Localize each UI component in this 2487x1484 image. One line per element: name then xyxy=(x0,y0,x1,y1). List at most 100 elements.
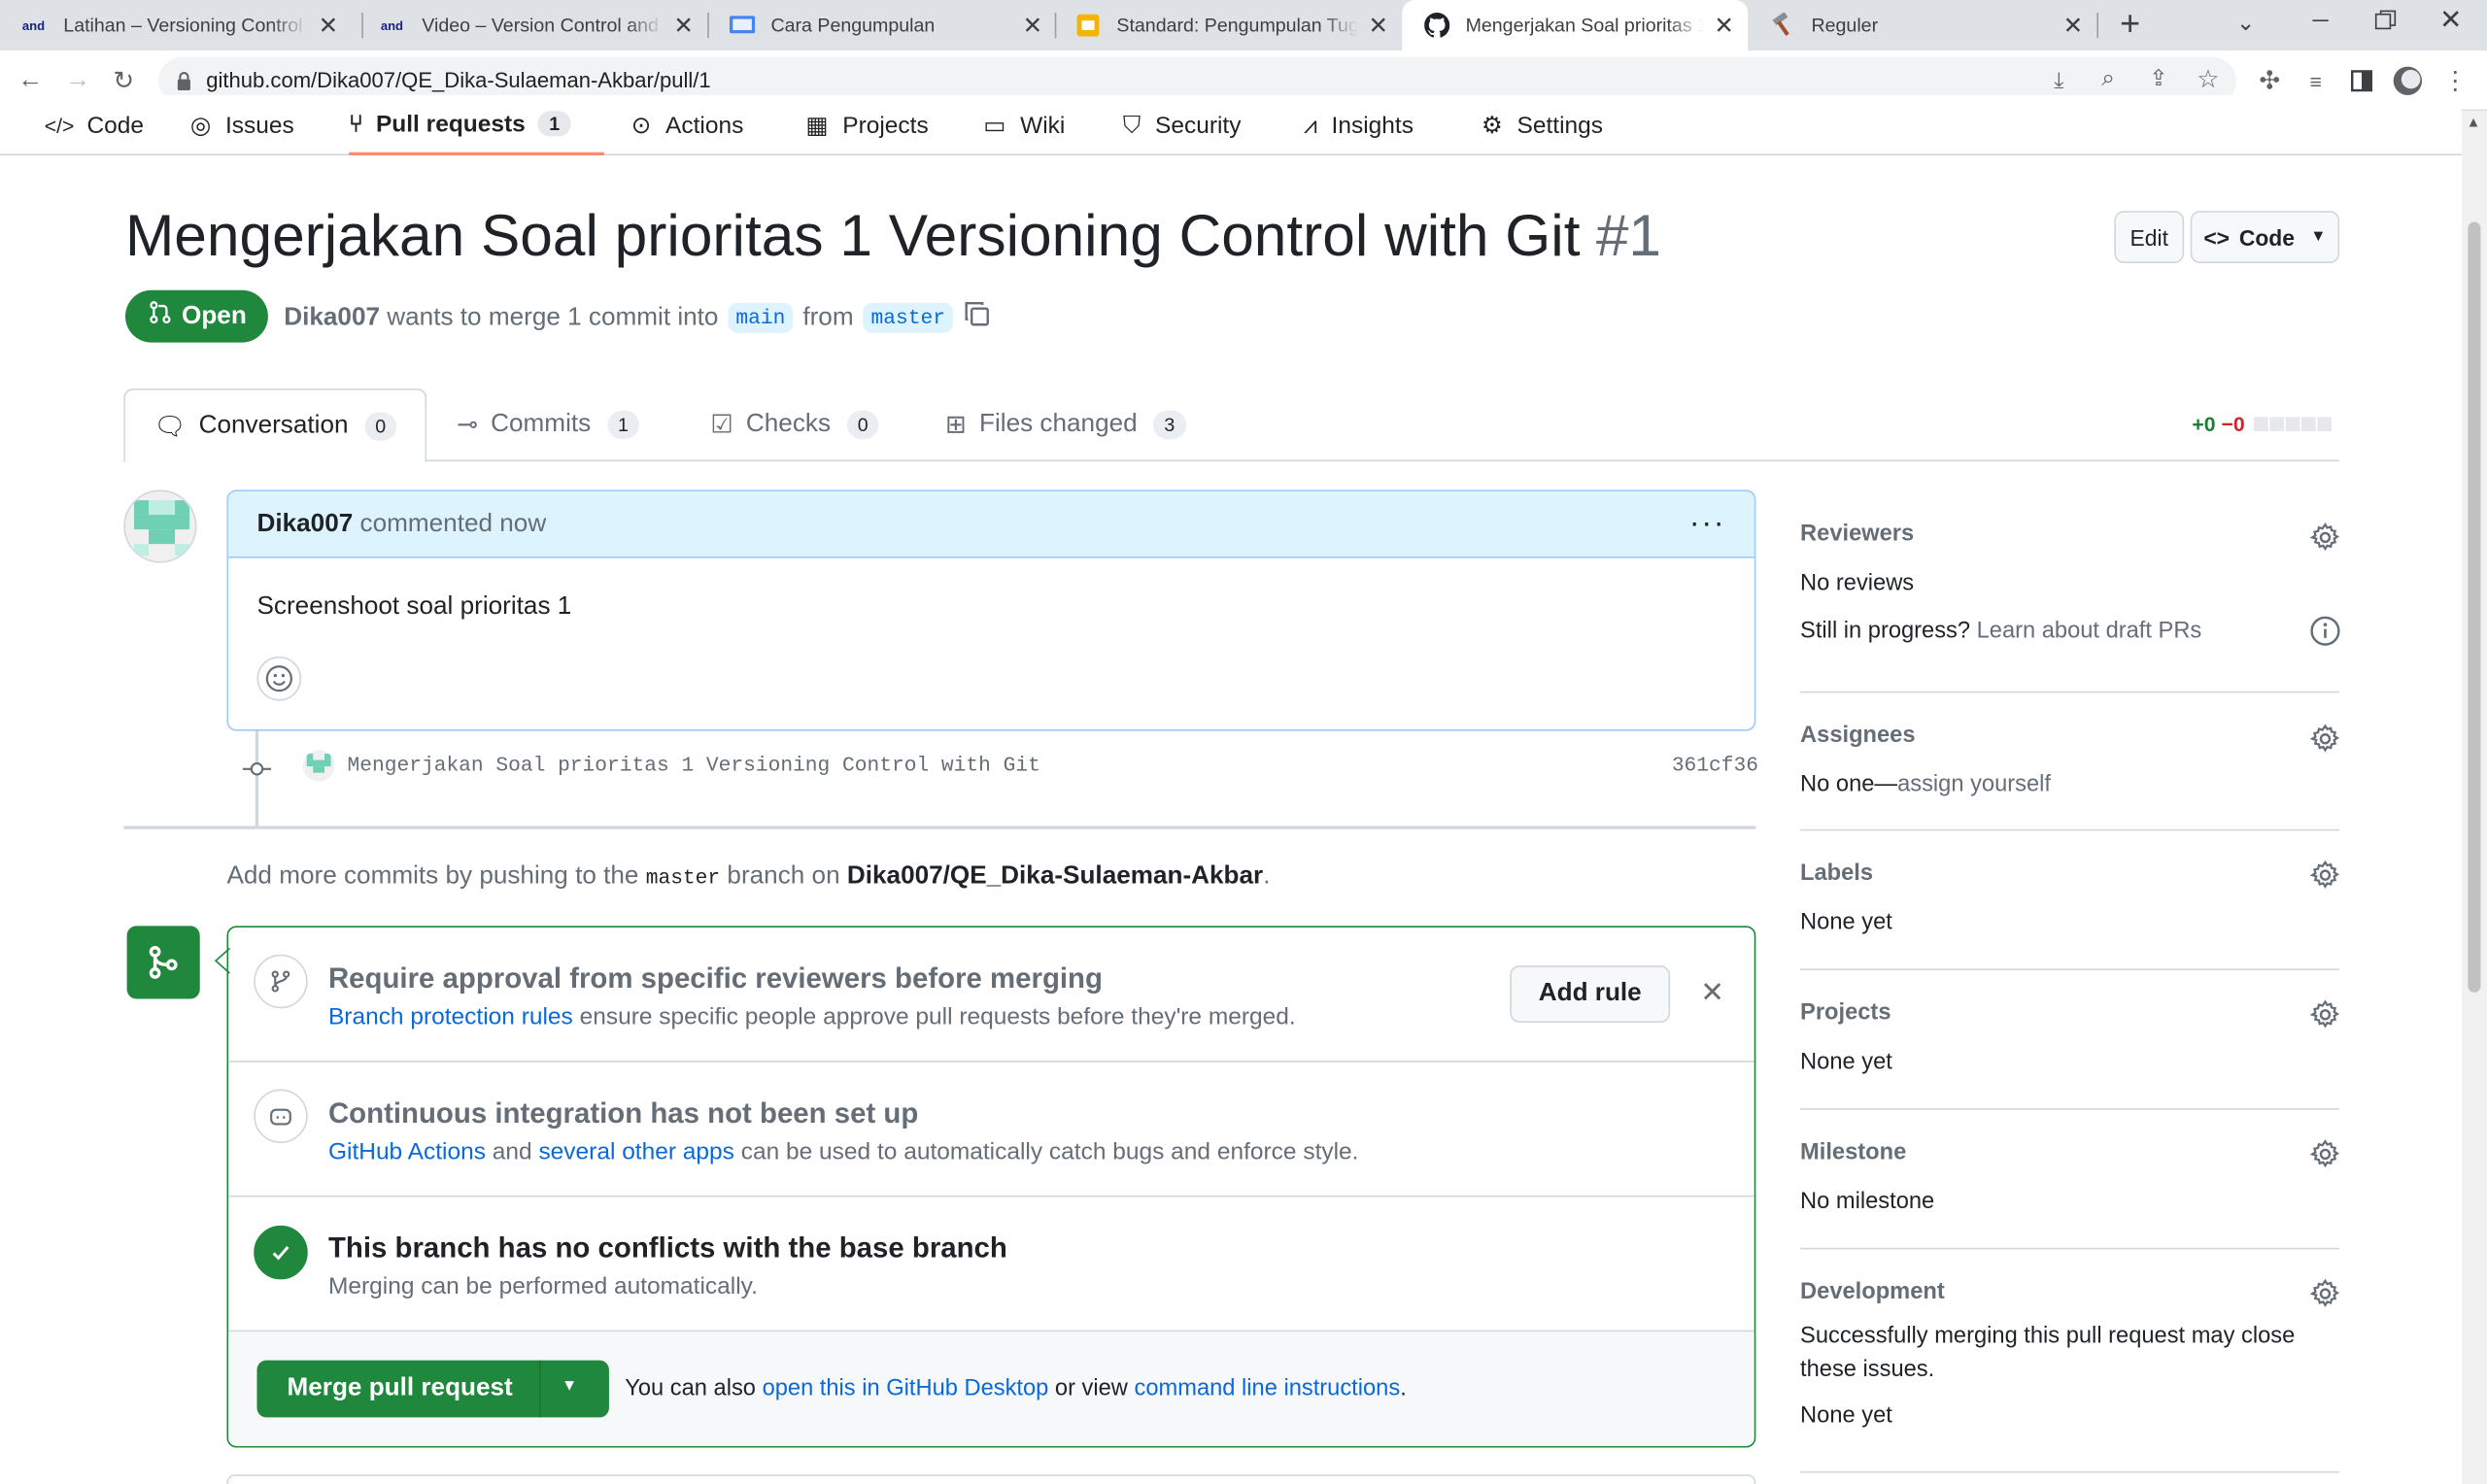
command-line-link[interactable]: command line instructions xyxy=(1134,1376,1400,1401)
tab-files-changed[interactable]: ⊞ Files changed 3 xyxy=(945,388,1186,461)
hammer-icon xyxy=(1770,13,1795,38)
close-icon[interactable]: ✕ xyxy=(318,11,340,40)
repo-nav-projects[interactable]: ▦ Projects xyxy=(805,95,928,155)
repo-nav-pull-requests[interactable]: ⑂ Pull requests 1 xyxy=(349,95,605,155)
pull-request-icon xyxy=(147,300,172,333)
new-tab-plus-icon[interactable]: + xyxy=(2113,6,2148,42)
merge-pull-request-button[interactable]: Merge pull request ▼ xyxy=(256,1360,609,1418)
commit-message[interactable]: Mengerjakan Soal prioritas 1 Versioning … xyxy=(348,753,1040,776)
tab-commits[interactable]: ⊸ Commits 1 xyxy=(457,388,640,461)
draft-prs-link[interactable]: Learn about draft PRs xyxy=(1977,619,2202,644)
code-dropdown-button[interactable]: <> Code ▼ xyxy=(2190,211,2340,263)
sidebar-heading[interactable]: Assignees xyxy=(1800,723,2339,748)
side-panel-icon[interactable] xyxy=(2344,63,2379,98)
repo-nav-issues[interactable]: ◎ Issues xyxy=(190,95,294,155)
tab-count: 0 xyxy=(363,411,397,441)
share-icon[interactable]: ⇪ xyxy=(2149,65,2167,92)
gear-icon[interactable] xyxy=(2309,1278,2341,1310)
tab-conversation[interactable]: 🗨 Conversation 0 xyxy=(123,388,427,463)
ci-title: Continuous integration has not been set … xyxy=(327,1096,919,1130)
browser-tab[interactable]: Standard: Pengumpulan Tugas B ✕ xyxy=(1053,0,1402,51)
avatar[interactable] xyxy=(123,489,197,563)
menu-kebab-icon[interactable]: ⋮ xyxy=(2437,63,2472,98)
browser-tab-active[interactable]: Mengerjakan Soal prioritas 1 Ver ✕ xyxy=(1402,0,1749,51)
other-apps-link[interactable]: several other apps xyxy=(538,1138,733,1165)
minimize-icon[interactable] xyxy=(2308,7,2334,32)
base-branch[interactable]: main xyxy=(728,302,794,333)
nav-label: Security xyxy=(1155,112,1242,139)
repo-nav-security[interactable]: ⛉ Security xyxy=(1123,95,1242,155)
close-icon[interactable]: ✕ xyxy=(1367,11,1389,40)
browser-tab[interactable]: and Video – Version Control and Branch ✕ xyxy=(358,0,707,51)
comment-box: Dika007 commented now ··· Screenshoot so… xyxy=(226,489,1756,731)
assign-yourself-link[interactable]: assign yourself xyxy=(1897,772,2051,797)
github-actions-link[interactable]: GitHub Actions xyxy=(328,1138,486,1165)
gear-icon[interactable] xyxy=(2309,1138,2341,1170)
nav-label: Projects xyxy=(842,112,929,139)
repo-nav-insights[interactable]: ⩘ Insights xyxy=(1304,95,1414,155)
window-close-icon[interactable]: ✕ xyxy=(2439,5,2462,37)
forward-arrow-icon[interactable]: → xyxy=(60,63,95,98)
close-icon[interactable]: ✕ xyxy=(672,11,695,40)
play-icon: ⊙ xyxy=(630,112,652,140)
git-branch-icon xyxy=(254,954,308,1009)
caret-down-icon[interactable]: ▼ xyxy=(562,1378,577,1396)
repo-nav-code[interactable]: </> Code xyxy=(45,95,144,155)
browser-tab[interactable]: Reguler ✕ xyxy=(1748,0,2096,51)
gear-icon[interactable] xyxy=(2309,522,2341,554)
repo-nav-wiki[interactable]: ▭ Wiki xyxy=(983,95,1065,155)
sidebar-heading[interactable]: Projects xyxy=(1800,1000,2339,1026)
tab-checks[interactable]: ☑ Checks 0 xyxy=(710,388,880,461)
scroll-up-icon[interactable]: ▲ xyxy=(2467,115,2481,130)
install-icon[interactable]: ⤓ xyxy=(2054,67,2063,94)
close-icon[interactable]: ✕ xyxy=(1713,11,1735,40)
head-branch[interactable]: master xyxy=(863,302,954,333)
sidebar-reviewers: Reviewers No reviews Still in progress? … xyxy=(1800,522,2339,644)
push-hint-text: Add more commits by pushing to the xyxy=(226,862,639,890)
zoom-icon[interactable]: ⌕ xyxy=(2101,65,2115,92)
commit-sha[interactable]: 361cf36 xyxy=(1672,753,1758,776)
add-rule-button[interactable]: Add rule xyxy=(1510,965,1671,1023)
commit-avatar[interactable] xyxy=(302,750,335,782)
sidebar-heading[interactable]: Milestone xyxy=(1800,1140,2339,1165)
sidebar-heading[interactable]: Development xyxy=(1800,1279,2339,1304)
code-icon: <> xyxy=(2203,223,2231,251)
restore-icon[interactable] xyxy=(2374,10,2397,32)
sidebar-heading[interactable]: Reviewers xyxy=(1800,522,2339,547)
pull-request-icon: ⑂ xyxy=(349,110,363,138)
scrollbar-thumb[interactable] xyxy=(2468,221,2481,993)
gear-icon[interactable] xyxy=(2309,723,2341,755)
branch-protection-link[interactable]: Branch protection rules xyxy=(328,1003,573,1030)
close-icon[interactable]: ✕ xyxy=(2061,11,2084,40)
info-icon[interactable] xyxy=(2309,615,2341,647)
edit-button[interactable]: Edit xyxy=(2114,211,2185,263)
gear-icon[interactable] xyxy=(2309,860,2341,892)
profile-avatar-icon[interactable] xyxy=(2390,63,2425,98)
media-control-icon[interactable]: ≡ xyxy=(2299,63,2334,98)
status-badge: Open xyxy=(124,289,268,343)
browser-tab[interactable]: Cara Pengumpulan ✕ xyxy=(707,0,1056,51)
repo-nav-actions[interactable]: ⊙ Actions xyxy=(631,95,744,155)
ci-text: can be used to automatically catch bugs … xyxy=(740,1138,1359,1165)
back-arrow-icon[interactable]: ← xyxy=(13,63,48,98)
extensions-icon[interactable]: ✣ xyxy=(2252,63,2287,98)
page-scrollbar[interactable]: ▲ xyxy=(2461,111,2487,1484)
tab-count: 0 xyxy=(846,410,880,440)
reaction-smiley-icon[interactable] xyxy=(256,656,302,701)
repo-nav-settings[interactable]: ⚙ Settings xyxy=(1482,95,1603,155)
copy-icon[interactable] xyxy=(963,300,991,337)
close-icon[interactable]: ✕ xyxy=(1700,978,1724,1006)
browser-tab[interactable]: and Latihan – Versioning Control with Gi… xyxy=(0,0,352,51)
gear-icon[interactable] xyxy=(2309,998,2341,1030)
sidebar-heading[interactable]: Labels xyxy=(1800,860,2339,886)
robot-icon xyxy=(254,1089,308,1144)
kebab-horizontal-icon[interactable]: ··· xyxy=(1689,506,1726,543)
reload-icon[interactable]: ↻ xyxy=(106,63,141,98)
comment-author[interactable]: Dika007 xyxy=(256,510,353,538)
tab-search-chevron-icon[interactable]: ⌄ xyxy=(2236,10,2255,37)
page-icon xyxy=(730,13,756,38)
close-icon[interactable]: ✕ xyxy=(1021,11,1043,40)
bookmark-star-icon[interactable]: ☆ xyxy=(2197,63,2219,95)
author-link[interactable]: Dika007 xyxy=(284,304,380,332)
github-desktop-link[interactable]: open this in GitHub Desktop xyxy=(763,1376,1049,1401)
